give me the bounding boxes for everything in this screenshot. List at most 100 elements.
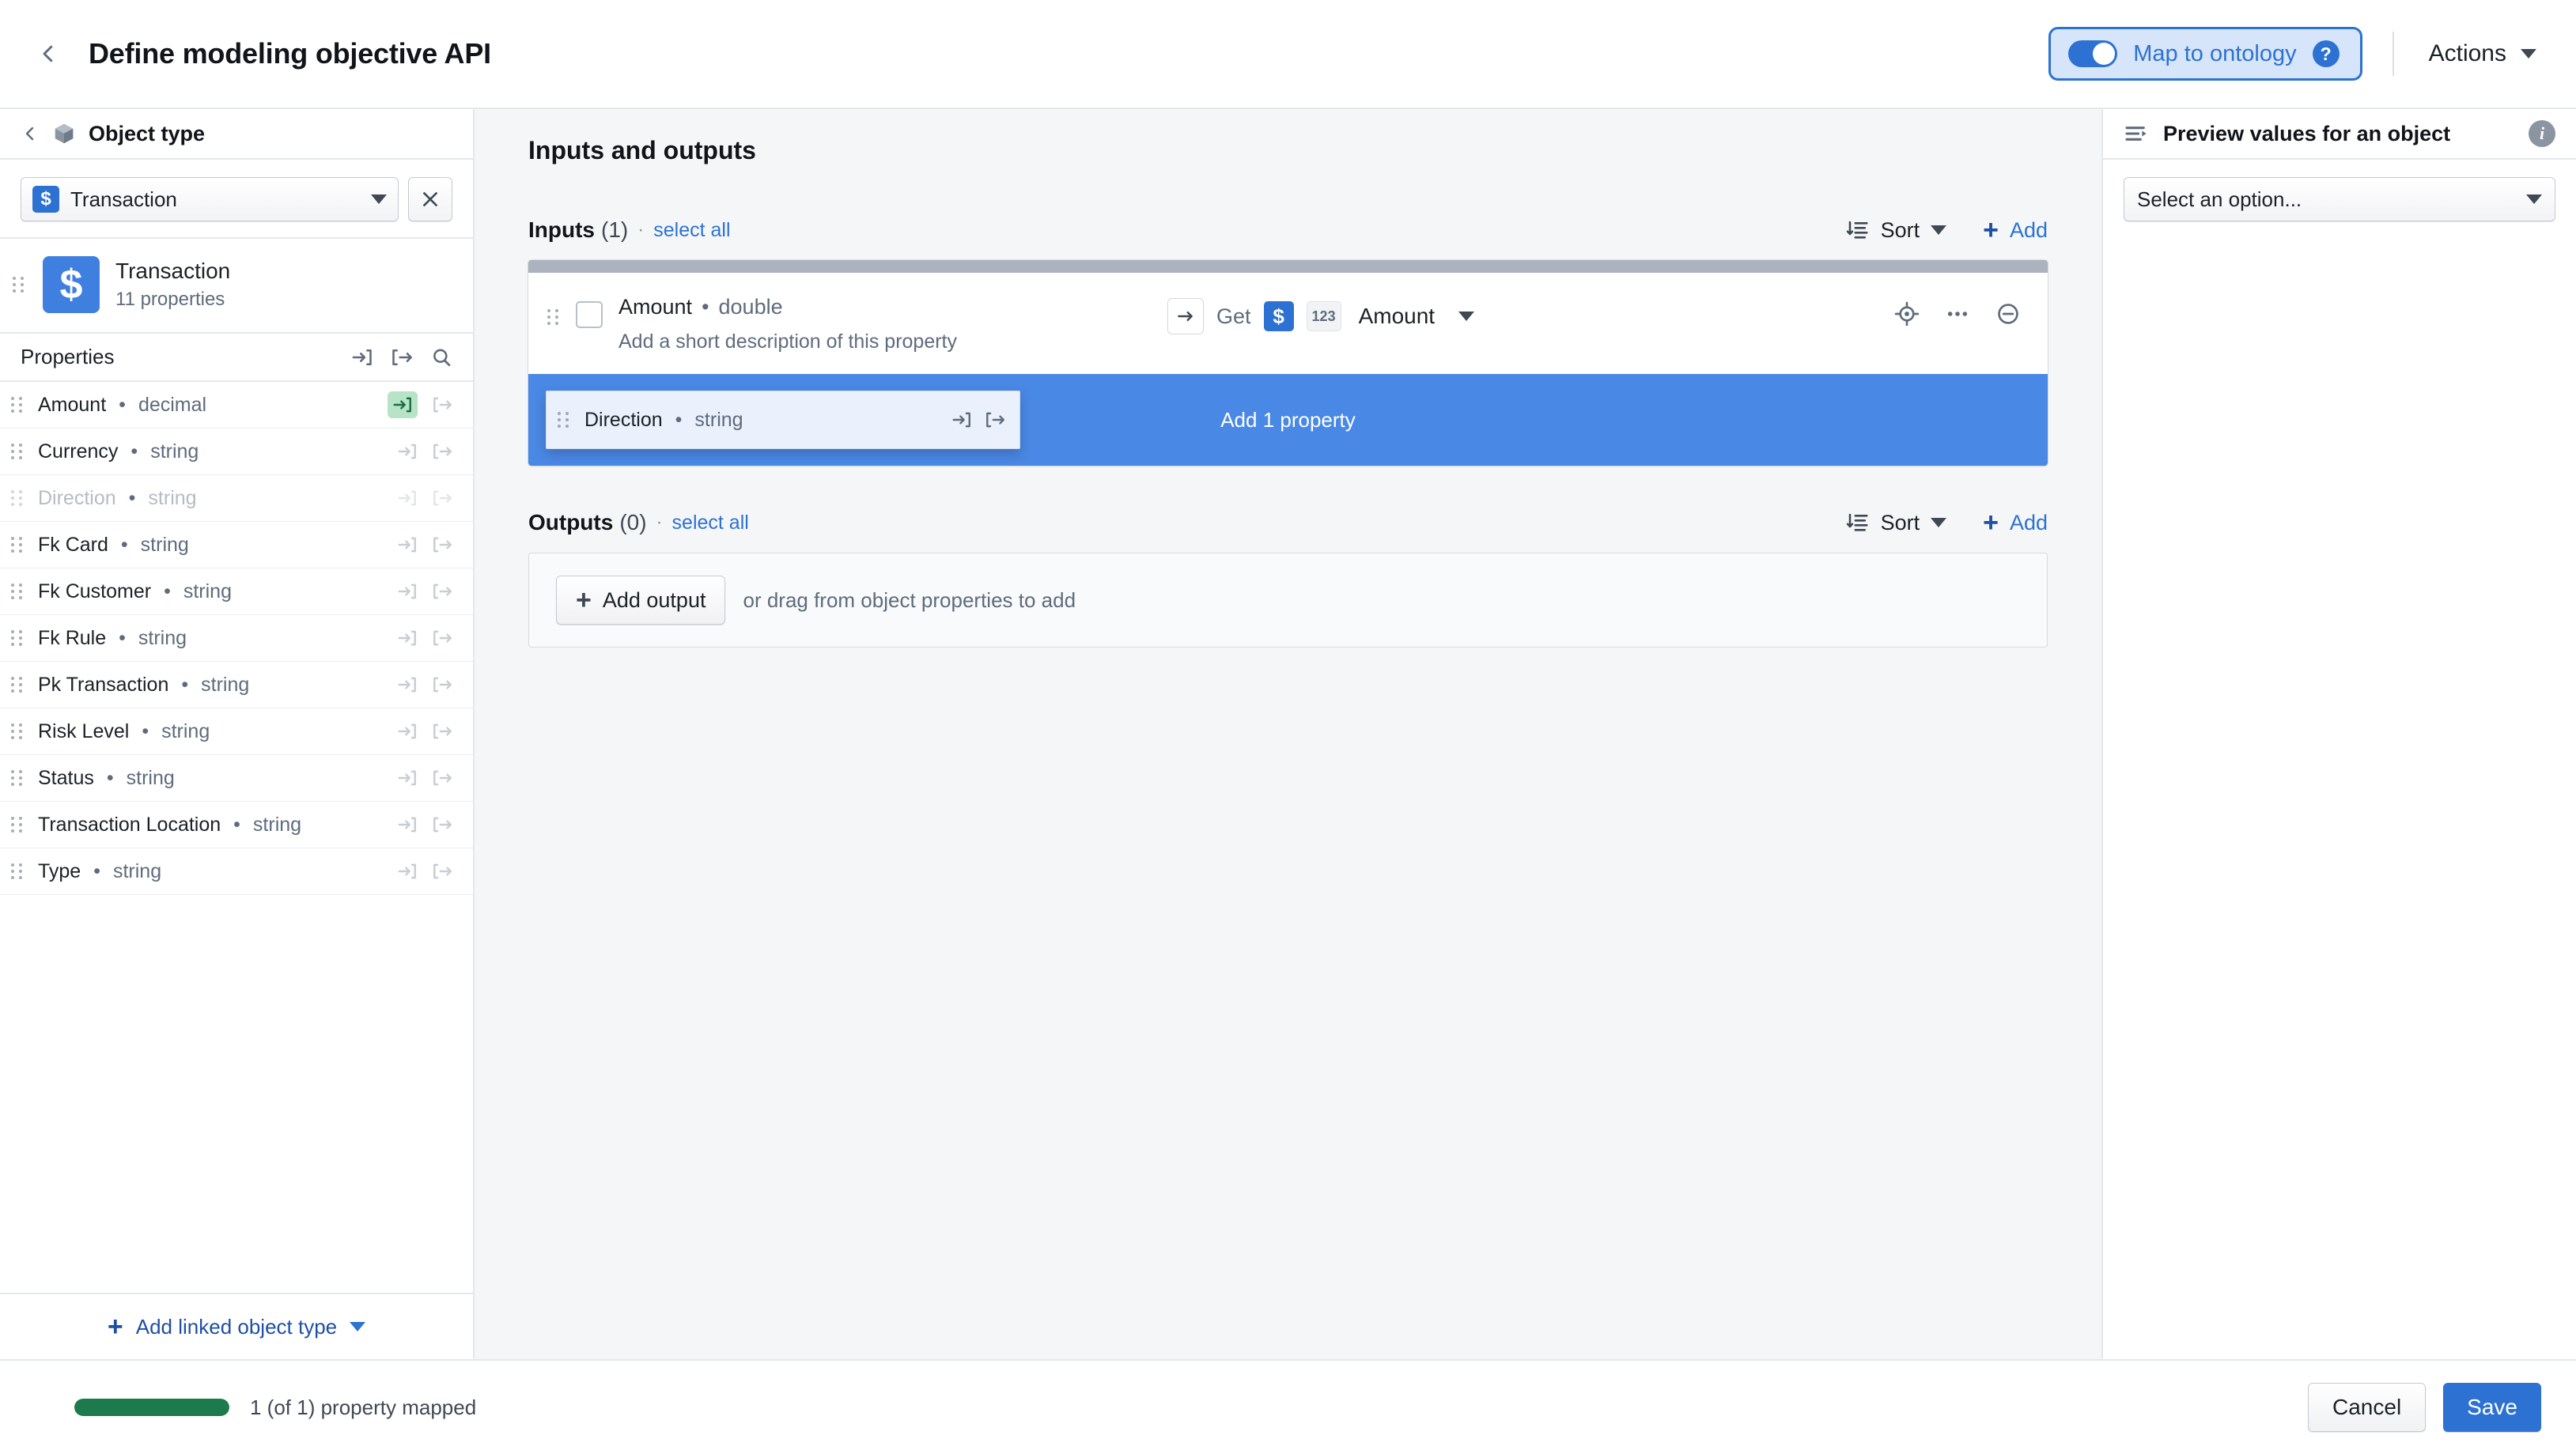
remove-icon[interactable] [1995, 301, 2021, 327]
map-to-ontology-toggle[interactable]: Map to ontology ? [2048, 27, 2362, 81]
toggle-switch[interactable] [2068, 40, 2118, 67]
property-row[interactable]: Fk Card • string [0, 522, 473, 568]
add-linked-object-type-button[interactable]: + Add linked object type [0, 1293, 473, 1359]
drag-handle-icon[interactable] [11, 630, 25, 646]
actions-button[interactable]: Actions [2424, 32, 2541, 75]
object-property-count: 11 properties [115, 289, 225, 310]
property-name: Type [38, 859, 81, 882]
progress-label: 1 (of 1) property mapped [250, 1395, 477, 1419]
cancel-button[interactable]: Cancel [2308, 1383, 2427, 1432]
inputs-add-button[interactable]: + Add [1983, 217, 2048, 244]
add-as-input-icon[interactable] [397, 441, 418, 462]
property-row[interactable]: Risk Level • string [0, 708, 473, 755]
property-type: string [201, 673, 250, 696]
clear-object-type-button[interactable] [408, 177, 452, 221]
inputs-select-all-link[interactable]: select all [653, 219, 730, 242]
save-button[interactable]: Save [2443, 1383, 2541, 1432]
add-as-input-icon[interactable] [397, 814, 418, 835]
chevron-down-icon [1931, 518, 1947, 527]
chevron-down-icon[interactable] [1458, 312, 1475, 321]
add-output-label: Add output [602, 587, 706, 612]
input-row: Amount • double Add a short description … [528, 273, 2048, 374]
property-type: string [161, 719, 210, 742]
drag-handle-icon[interactable] [547, 309, 562, 325]
inputs-sort-button[interactable]: Sort [1846, 218, 1947, 243]
add-as-output-icon[interactable] [432, 861, 452, 882]
add-as-input-icon[interactable] [397, 861, 418, 882]
drag-handle-icon[interactable] [558, 412, 572, 428]
property-row[interactable]: Transaction Location • string [0, 802, 473, 848]
add-output-button[interactable]: + Add output [556, 576, 726, 625]
add-as-input-icon[interactable] [397, 628, 418, 648]
property-row[interactable]: Direction • string [0, 475, 473, 522]
more-icon[interactable] [1945, 301, 1970, 327]
property-row[interactable]: Status • string [0, 755, 473, 802]
preview-panel: Preview values for an object i Select an… [2101, 109, 2576, 1359]
outputs-section-header: Outputs (0) · select all Sort + Add [528, 502, 2048, 543]
drop-zone[interactable]: Direction • string Add 1 property [528, 374, 2048, 466]
chevron-down-icon [350, 1322, 366, 1331]
add-as-output-icon[interactable] [432, 395, 452, 415]
drag-handle-icon[interactable] [13, 277, 27, 293]
add-as-input-icon[interactable] [397, 721, 418, 742]
back-button[interactable] [25, 31, 71, 77]
add-as-output-icon[interactable] [432, 721, 452, 742]
add-as-output-icon[interactable] [432, 581, 452, 602]
drag-handle-icon[interactable] [11, 397, 25, 413]
drag-handle-icon[interactable] [11, 770, 25, 786]
info-icon[interactable]: i [2529, 120, 2555, 147]
search-icon[interactable] [430, 346, 452, 368]
object-card[interactable]: $ Transaction 11 properties [0, 239, 473, 334]
help-icon[interactable]: ? [2312, 40, 2340, 67]
add-as-input-icon[interactable] [397, 488, 418, 508]
add-as-output-icon[interactable] [432, 674, 452, 695]
property-row[interactable]: Amount • decimal [0, 382, 473, 429]
drag-handle-icon[interactable] [11, 817, 25, 833]
property-row[interactable]: Pk Transaction • string [0, 662, 473, 708]
add-as-input-icon[interactable] [397, 581, 418, 602]
drag-handle-icon[interactable] [11, 490, 25, 506]
property-row[interactable]: Fk Rule • string [0, 615, 473, 662]
target-icon[interactable] [1894, 301, 1920, 327]
drag-handle-icon[interactable] [11, 723, 25, 739]
add-as-output-icon[interactable] [432, 628, 452, 648]
outputs-sort-button[interactable]: Sort [1846, 511, 1947, 535]
add-as-input-icon[interactable] [397, 674, 418, 695]
drag-handle-icon[interactable] [11, 863, 25, 879]
add-as-output-icon[interactable] [432, 488, 452, 508]
property-name: Pk Transaction [38, 673, 169, 696]
drag-handle-icon[interactable] [11, 537, 25, 553]
add-as-output-icon[interactable] [432, 441, 452, 462]
property-row-actions [397, 814, 452, 835]
progress-bar [74, 1399, 229, 1416]
add-as-input-icon[interactable] [397, 534, 418, 555]
separator: · [656, 512, 663, 533]
add-as-input-icon[interactable] [351, 346, 373, 368]
input-type: double [718, 295, 783, 319]
property-row[interactable]: Fk Customer • string [0, 568, 473, 615]
outputs-select-all-link[interactable]: select all [672, 512, 749, 534]
drag-handle-icon[interactable] [11, 583, 25, 599]
add-as-output-icon[interactable] [432, 768, 452, 788]
drag-handle-icon[interactable] [11, 444, 25, 459]
property-row[interactable]: Currency • string [0, 429, 473, 475]
properties-list: Amount • decimal Currency • string Direction • s… [0, 382, 473, 1293]
add-as-input-icon[interactable] [388, 391, 418, 418]
preview-panel-header: Preview values for an object i [2103, 109, 2576, 160]
drag-handle-icon[interactable] [11, 677, 25, 693]
add-as-output-icon[interactable] [391, 346, 413, 368]
input-mapping[interactable]: Get $ 123 Amount [1167, 298, 1475, 334]
property-type: string [150, 440, 199, 463]
input-description-placeholder[interactable]: Add a short description of this property [618, 330, 957, 353]
sidebar-back-button[interactable] [21, 124, 40, 143]
property-row[interactable]: Type • string [0, 848, 473, 895]
outputs-add-button[interactable]: + Add [1983, 509, 2048, 536]
dragged-property-chip[interactable]: Direction • string [546, 391, 1020, 449]
add-as-input-icon[interactable] [397, 768, 418, 788]
add-as-output-icon[interactable] [432, 534, 452, 555]
input-row-actions [1894, 301, 2021, 327]
object-type-select[interactable]: $ Transaction [21, 177, 399, 221]
add-as-output-icon[interactable] [432, 814, 452, 835]
preview-object-select[interactable]: Select an option... [2124, 177, 2555, 221]
input-row-checkbox[interactable] [576, 301, 603, 328]
